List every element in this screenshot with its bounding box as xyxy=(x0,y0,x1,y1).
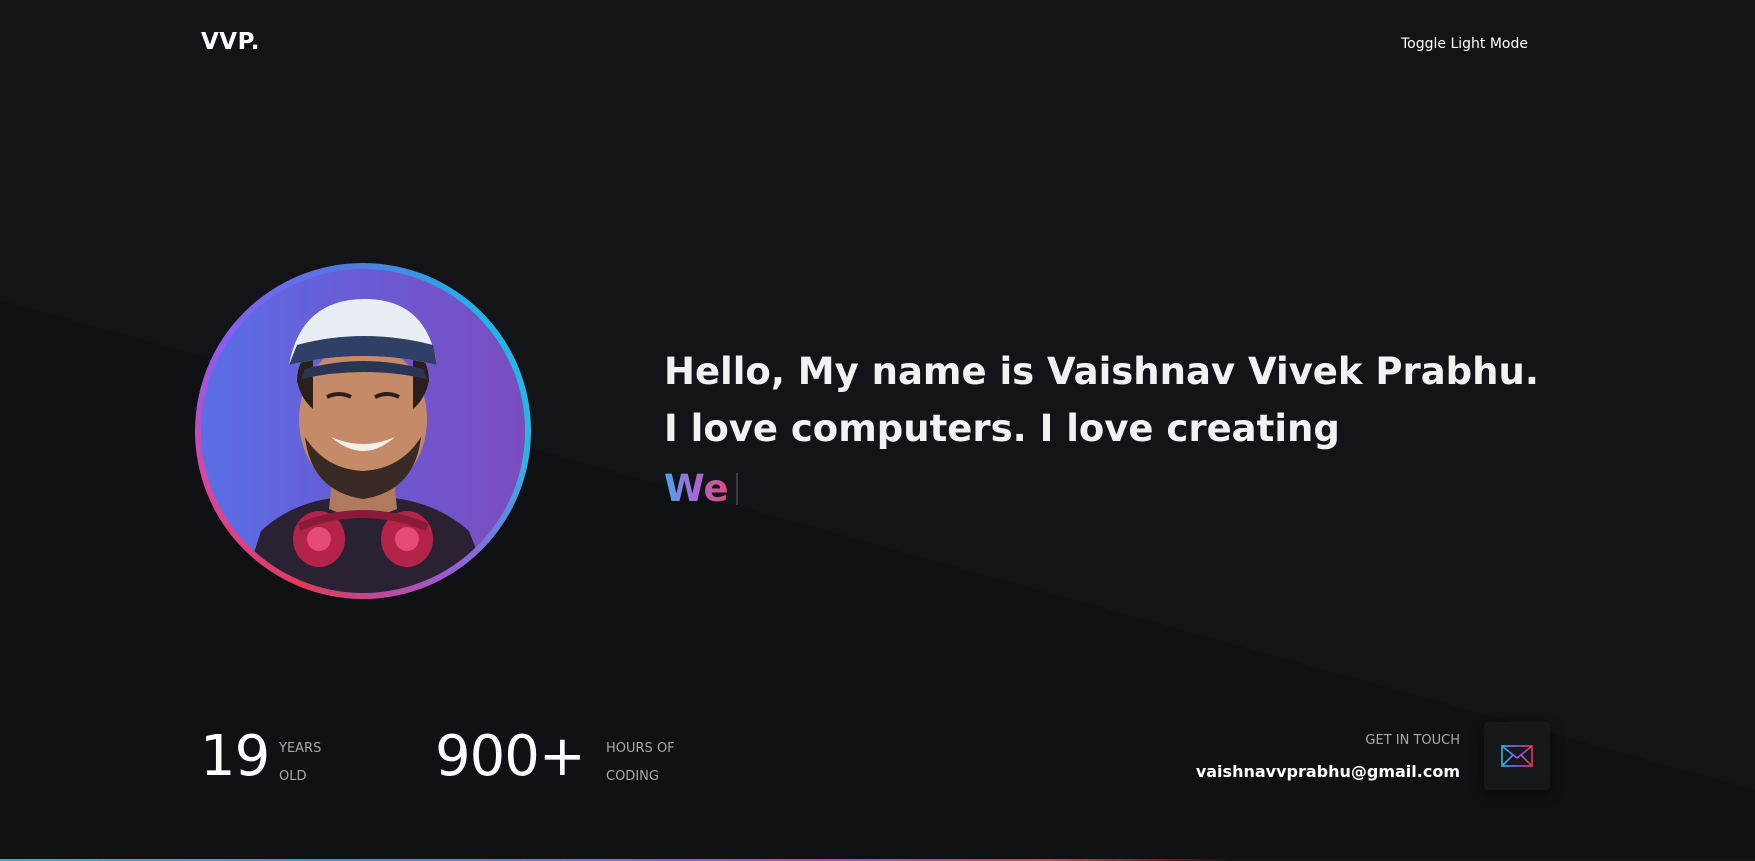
site-logo[interactable]: VVP. xyxy=(201,29,260,55)
age-label: YEARS OLD xyxy=(279,735,321,791)
hours-label: HOURS OF CODING xyxy=(606,735,675,791)
email-link[interactable]: vaishnavvprabhu@gmail.com xyxy=(1196,762,1460,781)
hours-label-line1: HOURS OF xyxy=(606,741,675,756)
toggle-light-mode-button[interactable]: Toggle Light Mode xyxy=(1401,36,1528,52)
typed-text: We xyxy=(664,460,729,517)
avatar-ring xyxy=(195,263,531,599)
avatar xyxy=(201,269,525,593)
intro-text: Hello, My name is Vaishnav Vivek Prabhu.… xyxy=(664,350,1539,450)
age-label-line2: OLD xyxy=(279,769,307,784)
age-label-line1: YEARS xyxy=(279,741,322,756)
typing-cursor xyxy=(736,473,738,505)
mail-button[interactable] xyxy=(1484,722,1550,790)
age-number: 19 xyxy=(200,724,270,789)
hours-label-line2: CODING xyxy=(606,769,659,784)
mail-icon xyxy=(1501,745,1533,767)
profile-photo xyxy=(201,269,525,593)
page: VVP. Toggle Light Mode Hello, My name is… xyxy=(0,0,1755,861)
hours-number: 900+ xyxy=(435,724,586,789)
get-in-touch-label: GET IN TOUCH xyxy=(1365,733,1460,748)
